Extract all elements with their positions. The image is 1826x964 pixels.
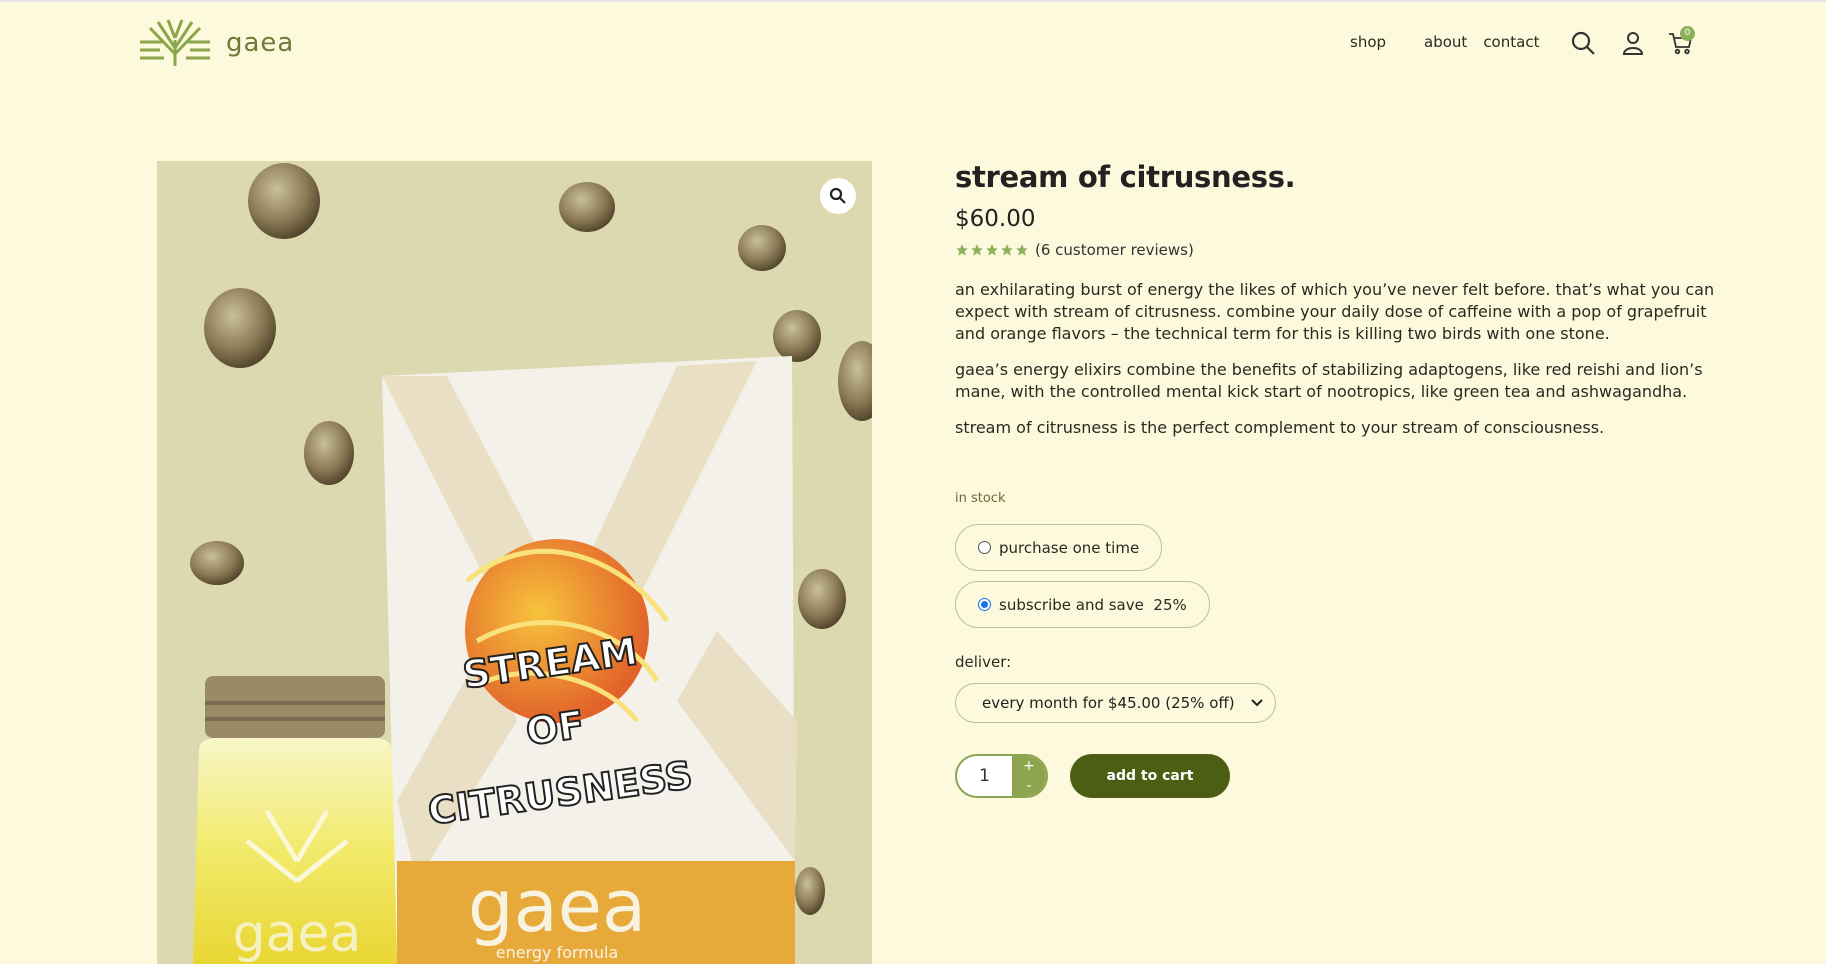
magnifier-icon bbox=[829, 187, 846, 204]
fruit bbox=[304, 421, 354, 485]
search-icon[interactable] bbox=[1570, 30, 1596, 56]
description-paragraph: stream of citrusness is the perfect comp… bbox=[955, 418, 1605, 437]
user-icon[interactable] bbox=[1620, 30, 1646, 56]
nav-contact[interactable]: contact bbox=[1483, 33, 1539, 51]
deliver-frequency-select[interactable]: every month for $45.00 (25% off) bbox=[955, 683, 1276, 723]
fruit bbox=[204, 288, 276, 368]
rating-row: (6 customer reviews) bbox=[955, 241, 1715, 259]
fruit bbox=[248, 163, 320, 239]
reviews-link[interactable]: (6 customer reviews) bbox=[1035, 241, 1194, 259]
add-to-cart-row: 1 + - add to cart bbox=[955, 754, 1715, 798]
brand-logo[interactable]: gaea bbox=[138, 18, 294, 68]
description-paragraph: an exhilarating burst of energy the like… bbox=[955, 280, 1715, 343]
pouch-brand: gaea bbox=[468, 864, 646, 948]
description-paragraph: gaea’s energy elixirs combine the benefi… bbox=[955, 360, 1703, 401]
nav-shop[interactable]: shop bbox=[1350, 33, 1386, 51]
deliver-label: deliver: bbox=[955, 653, 1012, 671]
product-price: $60.00 bbox=[955, 206, 1036, 232]
fruit bbox=[738, 225, 786, 271]
product-description: an exhilarating burst of energy the like… bbox=[955, 279, 1715, 439]
product-image[interactable]: STREAM OF CITRUSNESS gaea energy formula… bbox=[157, 161, 872, 964]
option-purchase-once[interactable]: purchase one time bbox=[955, 524, 1163, 571]
star-rating bbox=[955, 243, 1029, 257]
pouch-subtitle: energy formula bbox=[496, 943, 619, 962]
product-summary: stream of citrusness. $60.00 (6 customer… bbox=[955, 160, 1715, 798]
jar-brand: gaea bbox=[233, 904, 362, 964]
cart-count-badge: 0 bbox=[1680, 26, 1695, 41]
option-subscribe[interactable]: subscribe and save 25% bbox=[955, 581, 1210, 628]
chevron-down-icon bbox=[1251, 699, 1263, 707]
zoom-button[interactable] bbox=[820, 178, 856, 214]
deliver-selected-value: every month for $45.00 (25% off) bbox=[982, 694, 1235, 712]
quantity-decrease-button[interactable]: - bbox=[1012, 776, 1046, 796]
fruit bbox=[773, 310, 821, 362]
fruit bbox=[795, 867, 825, 915]
quantity-increase-button[interactable]: + bbox=[1012, 756, 1046, 776]
fruit bbox=[838, 341, 872, 421]
fruit bbox=[190, 541, 244, 585]
fruit bbox=[559, 182, 615, 232]
product-jar-lid bbox=[205, 676, 385, 738]
product-title: stream of citrusness. bbox=[955, 160, 1296, 194]
radio-button[interactable] bbox=[978, 541, 991, 554]
tree-logo-icon bbox=[140, 19, 210, 66]
quantity-input[interactable]: 1 bbox=[957, 756, 1012, 796]
product-photo: STREAM OF CITRUSNESS gaea energy formula… bbox=[190, 163, 872, 964]
top-border bbox=[0, 0, 1826, 2]
star-icon bbox=[956, 244, 968, 256]
quantity-stepper[interactable]: 1 + - bbox=[955, 754, 1048, 798]
fruit bbox=[798, 569, 846, 629]
brand-name: gaea bbox=[226, 28, 295, 58]
main-nav: shop about contact bbox=[1350, 33, 1539, 51]
stock-status: in stock bbox=[955, 491, 1006, 506]
pouch-text-line: OF bbox=[523, 702, 587, 754]
star-icon bbox=[1016, 244, 1028, 256]
nav-about[interactable]: about bbox=[1424, 33, 1467, 51]
star-icon bbox=[971, 244, 983, 256]
star-icon bbox=[986, 244, 998, 256]
option-label: subscribe and save 25% bbox=[999, 595, 1187, 614]
star-icon bbox=[1001, 244, 1013, 256]
radio-button-selected[interactable] bbox=[978, 598, 991, 611]
quantity-buttons: + - bbox=[1012, 756, 1046, 796]
add-to-cart-button[interactable]: add to cart bbox=[1070, 754, 1230, 798]
option-label: purchase one time bbox=[999, 538, 1140, 557]
